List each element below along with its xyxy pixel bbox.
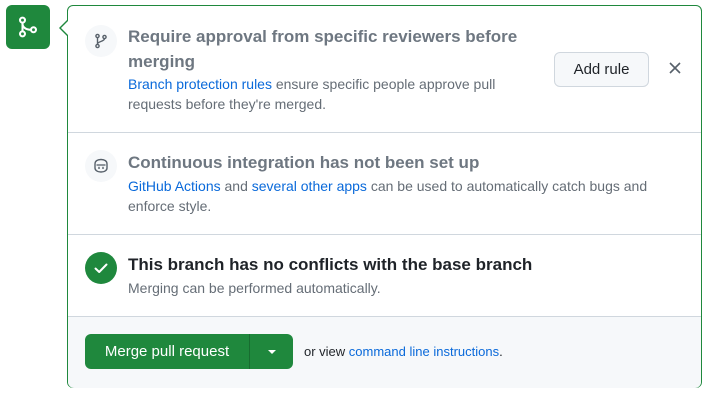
git-branch-icon bbox=[95, 33, 107, 49]
other-apps-link[interactable]: several other apps bbox=[252, 178, 367, 194]
ci-desc-mid: and bbox=[220, 178, 252, 194]
conflicts-title: This branch has no conflicts with the ba… bbox=[128, 255, 533, 274]
dismiss-button[interactable] bbox=[665, 58, 685, 78]
merge-status-badge bbox=[6, 5, 50, 49]
reviewers-section: Require approval from specific reviewers… bbox=[68, 6, 701, 133]
merge-pull-request-button[interactable]: Merge pull request bbox=[85, 334, 250, 369]
merge-footer: Merge pull request or view command line … bbox=[68, 317, 701, 388]
check-icon bbox=[94, 263, 108, 273]
branch-icon-circle bbox=[85, 25, 117, 57]
ci-icon-circle bbox=[85, 150, 117, 182]
reviewers-description: Branch protection rules ensure specific … bbox=[128, 74, 528, 114]
add-rule-button[interactable]: Add rule bbox=[554, 52, 649, 87]
triangle-down-icon bbox=[267, 349, 276, 354]
ci-section: Continuous integration has not been set … bbox=[68, 133, 701, 235]
command-line-instructions-link[interactable]: command line instructions bbox=[349, 344, 499, 359]
merge-method-dropdown[interactable] bbox=[250, 334, 293, 369]
footer-text: or view command line instructions. bbox=[304, 343, 503, 361]
period-text: . bbox=[499, 344, 503, 359]
conflicts-section: This branch has no conflicts with the ba… bbox=[68, 235, 701, 317]
or-view-text: or view bbox=[304, 344, 349, 359]
reviewers-title: Require approval from specific reviewers… bbox=[128, 27, 518, 71]
ci-title: Continuous integration has not been set … bbox=[128, 153, 480, 172]
git-merge-icon bbox=[18, 16, 38, 38]
ci-description: GitHub Actions and several other apps ca… bbox=[128, 176, 673, 216]
branch-protection-rules-link[interactable]: Branch protection rules bbox=[128, 76, 272, 92]
close-icon bbox=[669, 62, 681, 74]
merge-box: Require approval from specific reviewers… bbox=[59, 5, 702, 388]
conflicts-description: Merging can be performed automatically. bbox=[128, 280, 381, 296]
copilot-icon bbox=[94, 158, 108, 173]
github-actions-link[interactable]: GitHub Actions bbox=[128, 178, 221, 194]
check-icon-circle bbox=[85, 252, 117, 284]
merge-button-group: Merge pull request bbox=[85, 334, 293, 369]
